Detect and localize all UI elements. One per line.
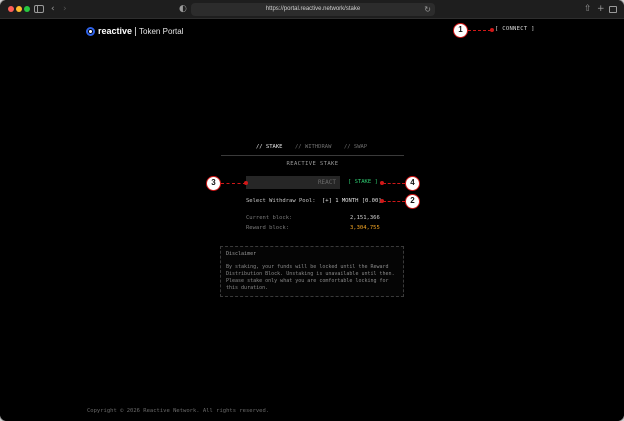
browser-window: ‹ › ◐ https://portal.reactive.network/st… (0, 0, 624, 421)
annotation-anchor-2 (380, 199, 384, 203)
disclaimer-title: Disclaimer (226, 251, 257, 257)
reward-block-value: 3,304,755 (350, 225, 380, 231)
disclaimer-body: By staking, your funds will be locked un… (226, 264, 395, 291)
annotation-line-3 (221, 183, 246, 184)
logo-brand-text: reactive (98, 26, 133, 36)
page-content: reactive Token Portal [ CONNECT ] // STA… (0, 20, 624, 421)
stake-button[interactable]: [ STAKE ] (348, 179, 378, 185)
section-title: REACTIVE STAKE (286, 161, 339, 167)
url-text[interactable]: https://portal.reactive.network/stake (191, 3, 435, 16)
footer-copyright: Copyright © 2026 Reactive Network. All r… (87, 408, 270, 414)
logo-subtitle: Token Portal (139, 26, 184, 36)
browser-toolbar: ‹ › ◐ https://portal.reactive.network/st… (0, 0, 624, 19)
sidebar-icon[interactable] (34, 5, 44, 13)
close-window-button[interactable] (8, 6, 14, 12)
annotation-line-4 (383, 183, 405, 184)
logo[interactable]: reactive Token Portal (86, 25, 184, 37)
annotation-line-2 (383, 201, 405, 202)
logo-divider (135, 26, 137, 36)
annotation-marker-4: 4 (405, 176, 420, 191)
reward-block-label: Reward block: (246, 225, 290, 231)
disclaimer-box: Disclaimer By staking, your funds will b… (220, 246, 404, 297)
forward-icon[interactable]: › (63, 3, 67, 15)
tab-divider (221, 155, 404, 156)
new-tab-icon[interactable]: + (597, 3, 605, 15)
annotation-marker-2: 2 (405, 194, 420, 209)
current-block-value: 2,151,366 (350, 215, 380, 221)
annotation-marker-3: 3 (206, 176, 221, 191)
zoom-window-button[interactable] (24, 6, 30, 12)
tab-withdraw[interactable]: // WITHDRAW (295, 142, 331, 152)
tab-swap[interactable]: // SWAP (344, 142, 367, 152)
minimize-window-button[interactable] (16, 6, 22, 12)
address-bar[interactable]: https://portal.reactive.network/stake ↻ (191, 3, 435, 16)
annotation-marker-1: 1 (453, 23, 468, 38)
annotation-line-1 (468, 30, 491, 31)
annotation-anchor-3 (244, 181, 248, 185)
annotation-anchor-4 (380, 181, 384, 185)
stake-amount-input[interactable] (246, 176, 340, 189)
tab-stake[interactable]: // STAKE (256, 142, 283, 152)
share-icon[interactable]: ⇧ (584, 3, 592, 15)
withdraw-pool-label: Select Withdraw Pool: (246, 198, 316, 204)
tab-overview-icon[interactable] (609, 6, 617, 13)
back-icon[interactable]: ‹ (51, 3, 55, 15)
reactive-logo-icon (86, 26, 95, 36)
current-block-label: Current block: (246, 215, 293, 221)
connect-button[interactable]: [ CONNECT ] (495, 26, 535, 32)
reload-icon[interactable]: ↻ (424, 3, 431, 16)
tab-bar: // STAKE // WITHDRAW // SWAP (256, 142, 416, 152)
privacy-shield-icon[interactable]: ◐ (179, 3, 187, 15)
withdraw-pool-select[interactable]: [+] 1 MONTH [0.00] (322, 198, 382, 204)
annotation-anchor-1 (490, 28, 494, 32)
